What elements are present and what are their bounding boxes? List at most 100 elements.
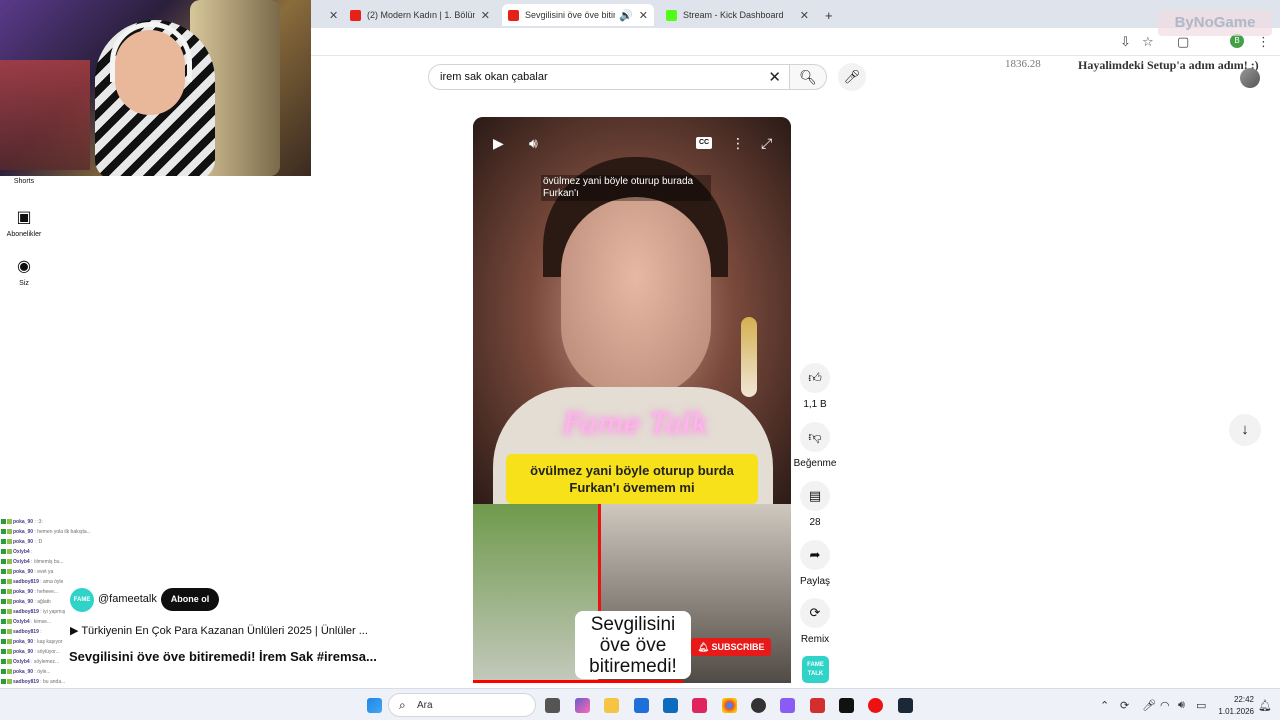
subscribe-button[interactable]: Abone ol xyxy=(161,588,219,611)
close-icon[interactable]: ✕ xyxy=(639,9,648,22)
clock-date: 1.01.2026 xyxy=(1218,707,1254,716)
browser-tabbar: ✕ (2) Modern Kadın | 1. Bölüm - Y ✕ Sevg… xyxy=(311,0,1280,28)
chat-text: kaş kaşıyor xyxy=(37,639,63,645)
comments-button[interactable]: ▤ 28 xyxy=(795,481,835,528)
captions-button[interactable]: CC xyxy=(696,137,712,149)
badge-icon xyxy=(1,529,6,535)
badge-icon xyxy=(7,589,12,595)
app-icon[interactable] xyxy=(810,698,825,713)
speaker-icon[interactable]: 🔊 xyxy=(619,9,633,22)
badge-icon xyxy=(7,669,12,675)
tab-hidden[interactable]: ✕ xyxy=(317,4,347,26)
close-icon[interactable]: ✕ xyxy=(800,9,809,22)
chat-user: poka_90 xyxy=(13,649,34,655)
screen: ✕ (2) Modern Kadın | 1. Bölüm - Y ✕ Sevg… xyxy=(0,0,1280,720)
arrow-down-icon: ↓ xyxy=(1241,421,1249,438)
channel-logo-thumb[interactable]: FAME TALK xyxy=(802,656,829,683)
chat-user: poka_90 xyxy=(13,599,34,605)
obs-icon[interactable] xyxy=(751,698,766,713)
task-view-icon[interactable] xyxy=(545,698,560,713)
volume-icon[interactable]: 🔊︎ xyxy=(1178,699,1185,712)
badge-icon xyxy=(1,589,6,595)
chat-text: söylüyor... xyxy=(37,649,60,655)
related-video-link[interactable]: ▶ Türkiyenin En Çok Para Kazanan Ünlüler… xyxy=(70,624,368,637)
video-title[interactable]: Sevgilisini öve öve bitiremedi! İrem Sak… xyxy=(69,649,377,664)
clear-icon[interactable]: ✕ xyxy=(768,68,781,86)
badge-icon xyxy=(7,659,12,665)
notification-icon[interactable]: 🔔︎ xyxy=(1258,699,1272,712)
channel-handle[interactable]: @fameetalk xyxy=(98,593,157,605)
share-button[interactable]: ➦ Paylaş xyxy=(795,540,835,587)
microphone-icon[interactable]: 🎤︎ xyxy=(1142,699,1156,712)
badge-icon xyxy=(7,579,12,585)
file-explorer-icon[interactable] xyxy=(604,698,619,713)
copilot-icon[interactable] xyxy=(575,698,590,713)
chat-message: poka_90 : hemen yola ilk bakışta... xyxy=(1,527,91,537)
stream-banner: Hayalimdeki Setup'a adım adım! :) xyxy=(1078,58,1259,72)
badge-icon xyxy=(7,609,12,615)
tab-kick-dashboard[interactable]: Stream - Kick Dashboard ✕ xyxy=(660,4,815,26)
new-tab-button[interactable]: + xyxy=(819,4,839,26)
youtube-icon xyxy=(350,9,361,21)
more-options-icon[interactable]: ⋮ xyxy=(731,135,745,152)
taskbar: ⌕ Ara ⌃ ⟳ 🎤︎ ◠ 🔊︎ ▭ 22:42 1.01.2026 🔔︎ xyxy=(0,688,1280,720)
shorts-video-player[interactable]: Fame Talk övülmez yani böyle oturup bura… xyxy=(473,117,791,683)
next-video-button[interactable]: ↓ xyxy=(1229,414,1261,446)
browser-toolbar: ⇩ ☆ ▢ B ⋮ xyxy=(311,28,1280,56)
badge-icon xyxy=(7,679,12,685)
bookmark-star-icon[interactable]: ☆ xyxy=(1142,34,1154,50)
chat-user: sadboy819 xyxy=(13,579,39,585)
chrome-icon[interactable] xyxy=(722,698,737,713)
close-icon[interactable]: ✕ xyxy=(329,9,338,22)
nav-you[interactable]: ◉ Siz xyxy=(0,256,48,287)
play-icon[interactable]: ▶ xyxy=(493,135,504,152)
taskbar-search-label: Ara xyxy=(417,700,433,711)
search-button[interactable]: 🔍︎ xyxy=(789,64,827,90)
extension-icon[interactable]: ▢ xyxy=(1177,34,1189,50)
wifi-icon[interactable]: ◠ xyxy=(1160,699,1170,712)
app-icon[interactable] xyxy=(692,698,707,713)
comment-count: 28 xyxy=(809,517,821,528)
chat-text: öyle... xyxy=(37,669,51,675)
sync-icon[interactable]: ⟳ xyxy=(1120,699,1129,712)
chat-text: ölmemiş bu... xyxy=(33,559,64,565)
badge-icon xyxy=(7,519,12,525)
system-clock[interactable]: 22:42 1.01.2026 xyxy=(1216,694,1254,718)
nav-subscriptions[interactable]: ▣ Abonelikler xyxy=(0,207,48,238)
battery-icon[interactable]: ▭ xyxy=(1196,699,1206,712)
opera-icon[interactable] xyxy=(868,698,883,713)
steam-icon[interactable] xyxy=(898,698,913,713)
fullscreen-icon[interactable]: ⤢ xyxy=(761,135,772,152)
close-icon[interactable]: ✕ xyxy=(481,9,490,22)
taskbar-search[interactable]: ⌕ Ara xyxy=(388,693,536,717)
tab-label: (2) Modern Kadın | 1. Bölüm - Y xyxy=(367,10,475,20)
chat-message: Oxlyb4 : söylemez... xyxy=(1,657,59,667)
app-icon[interactable] xyxy=(780,698,795,713)
tiktok-icon[interactable] xyxy=(839,698,854,713)
badge-icon xyxy=(7,639,12,645)
video-progress[interactable] xyxy=(473,680,791,683)
channel-avatar[interactable]: FAME TALK xyxy=(70,588,94,627)
tab-label: Sevgilisini öve öve bitireme xyxy=(525,10,616,20)
search-input[interactable]: irem sak okan çabalar ✕ xyxy=(428,64,790,90)
tab-active-video[interactable]: Sevgilisini öve öve bitireme 🔊 ✕ xyxy=(502,4,654,26)
volume-icon[interactable]: 🔊︎ xyxy=(529,135,538,152)
store-icon[interactable] xyxy=(634,698,649,713)
like-button[interactable]: 👍︎ 1,1 B xyxy=(795,363,835,410)
install-icon[interactable]: ⇩ xyxy=(1120,34,1131,50)
nav-shorts[interactable]: Shorts xyxy=(0,176,48,185)
voice-search-button[interactable]: 🎤︎ xyxy=(838,63,866,91)
outlook-icon[interactable] xyxy=(663,698,678,713)
windows-start-icon[interactable] xyxy=(367,698,382,713)
chevron-up-icon[interactable]: ⌃ xyxy=(1100,699,1109,712)
dislike-label: Beğenme xyxy=(793,458,837,469)
remix-button[interactable]: ⟳ Remix xyxy=(795,598,835,645)
chat-user: sadboy819 xyxy=(13,609,39,615)
menu-kebab-icon[interactable]: ⋮ xyxy=(1257,34,1270,50)
tab-modern-kadin[interactable]: (2) Modern Kadın | 1. Bölüm - Y ✕ xyxy=(344,4,496,26)
badge-icon xyxy=(7,619,12,625)
dislike-button[interactable]: 👎︎ Beğenme xyxy=(793,422,837,469)
avatar[interactable] xyxy=(1240,68,1260,88)
profile-icon[interactable]: B xyxy=(1230,34,1244,48)
search-icon: 🔍︎ xyxy=(799,69,817,85)
